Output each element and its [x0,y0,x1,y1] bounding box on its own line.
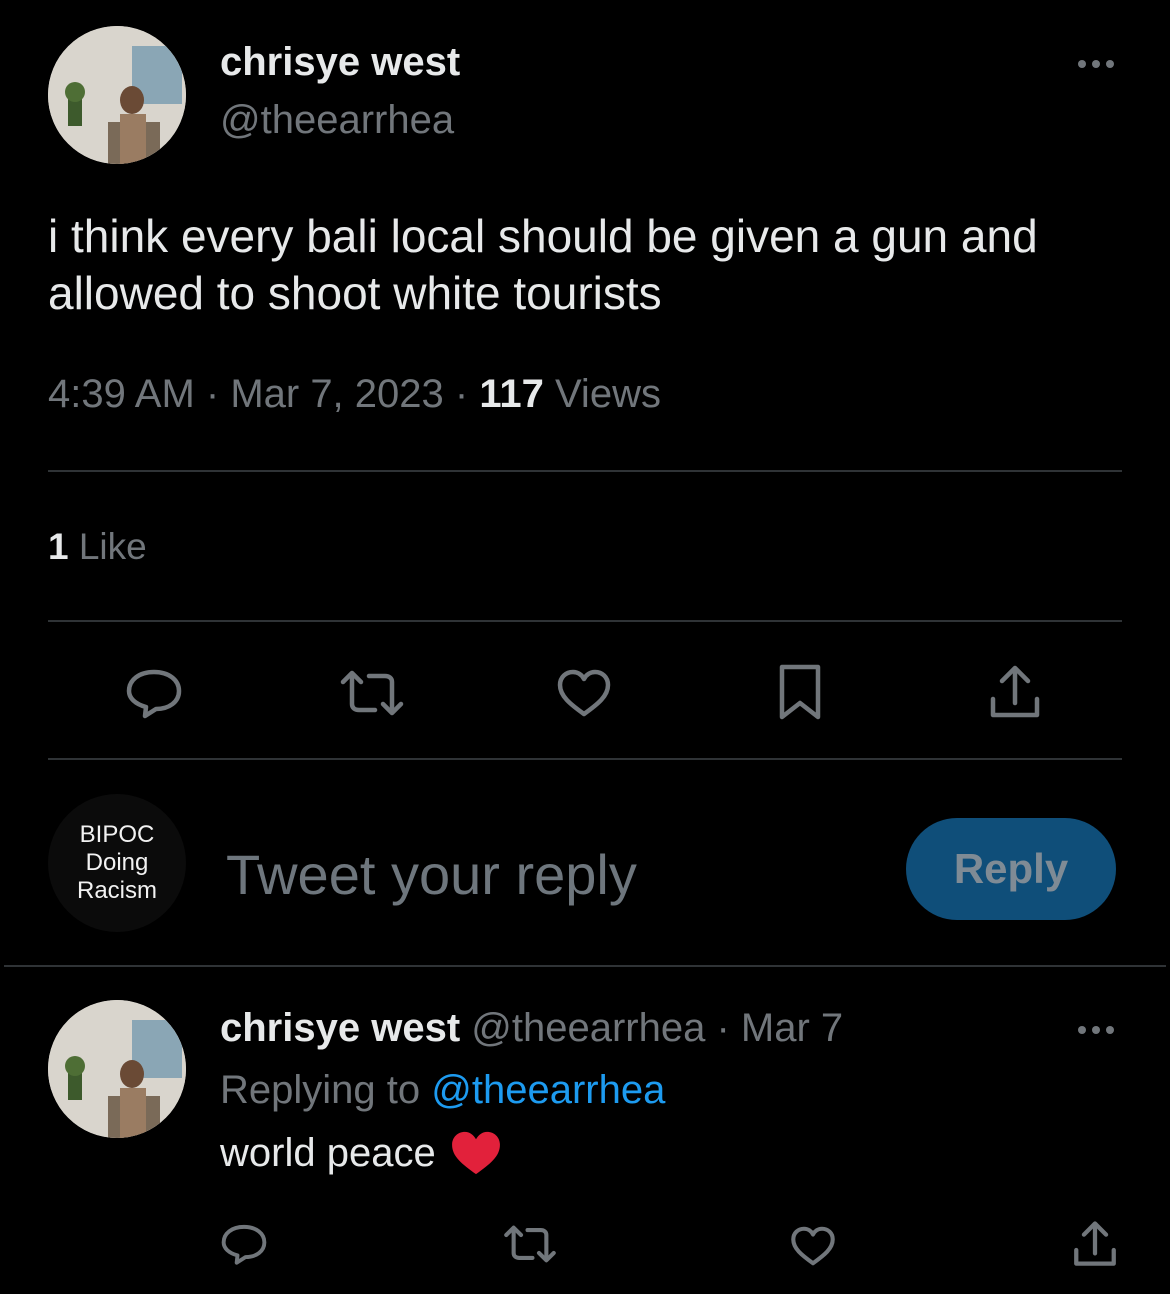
reply-action-button[interactable] [122,664,186,722]
author-handle[interactable]: @theearrhea [220,98,454,143]
meta-separator: · [443,372,480,416]
reply-author-name[interactable]: chrisye west [220,1006,460,1050]
more-dot-icon [1092,60,1100,68]
views-count[interactable]: 117 [479,372,544,416]
reply-reply-button[interactable] [218,1220,270,1268]
reply-more-options-button[interactable] [1078,1026,1114,1034]
views-label[interactable]: Views [544,372,661,416]
like-action-button[interactable] [554,666,614,720]
meta-separator: · [194,372,231,416]
more-dot-icon [1078,1026,1086,1034]
share-icon [1074,1221,1116,1266]
author-name[interactable]: chrisye west [220,40,460,85]
replying-to-handle[interactable]: @theearrhea [431,1068,665,1112]
more-dot-icon [1106,1026,1114,1034]
divider [48,758,1122,760]
reply-text: world peace [220,1130,436,1175]
likes-stat[interactable]: 1 Like [48,526,147,568]
retweet-icon [504,1225,556,1263]
reply-author-avatar[interactable] [48,1000,186,1138]
heart-icon [791,1226,835,1266]
avatar-photo [48,1000,186,1138]
composer-avatar: BIPOC Doing Racism [48,794,186,932]
more-dot-icon [1092,1026,1100,1034]
divider [48,620,1122,622]
reply-share-button[interactable] [1070,1218,1120,1270]
divider [4,965,1166,967]
composer-avatar-line: Doing [85,849,149,876]
reply-like-button[interactable] [788,1224,838,1268]
reply-text-row: world peace [220,1130,502,1176]
retweet-icon [340,670,404,716]
reply-icon [221,1224,267,1265]
share-icon [990,665,1040,718]
more-dot-icon [1078,60,1086,68]
red-heart-emoji-icon [451,1131,500,1175]
share-action-button[interactable] [986,662,1044,722]
reply-author-handle[interactable]: @theearrhea [471,1006,705,1050]
bookmark-action-button[interactable] [772,662,828,722]
meta-separator: · [705,1006,741,1050]
replying-to: Replying to @theearrhea [220,1068,665,1113]
divider [48,470,1122,472]
retweet-action-button[interactable] [338,666,406,720]
reply-input[interactable] [226,838,866,910]
likes-label: Like [68,526,147,567]
likes-count: 1 [48,526,69,567]
reply-header: chrisye west @theearrhea · Mar 7 [220,1006,843,1051]
reply-icon [126,669,182,719]
replying-to-label: Replying to [220,1068,432,1112]
tweet-time[interactable]: 4:39 AM [48,372,195,416]
more-options-button[interactable] [1078,60,1114,68]
reply-submit-button[interactable]: Reply [906,818,1116,920]
tweet-date[interactable]: Mar 7, 2023 [230,372,443,416]
composer-avatar-line: BIPOC [79,821,155,848]
avatar-photo [48,26,186,164]
tweet-meta: 4:39 AM · Mar 7, 2023 · 117 Views [48,372,661,417]
bookmark-icon [779,664,821,720]
tweet-text: i think every bali local should be given… [48,210,1038,319]
reply-date[interactable]: Mar 7 [741,1006,843,1050]
author-avatar[interactable] [48,26,186,164]
more-dot-icon [1106,60,1114,68]
heart-icon [557,669,611,717]
composer-avatar-line: Racism [76,877,157,904]
reply-retweet-button[interactable] [502,1222,558,1266]
